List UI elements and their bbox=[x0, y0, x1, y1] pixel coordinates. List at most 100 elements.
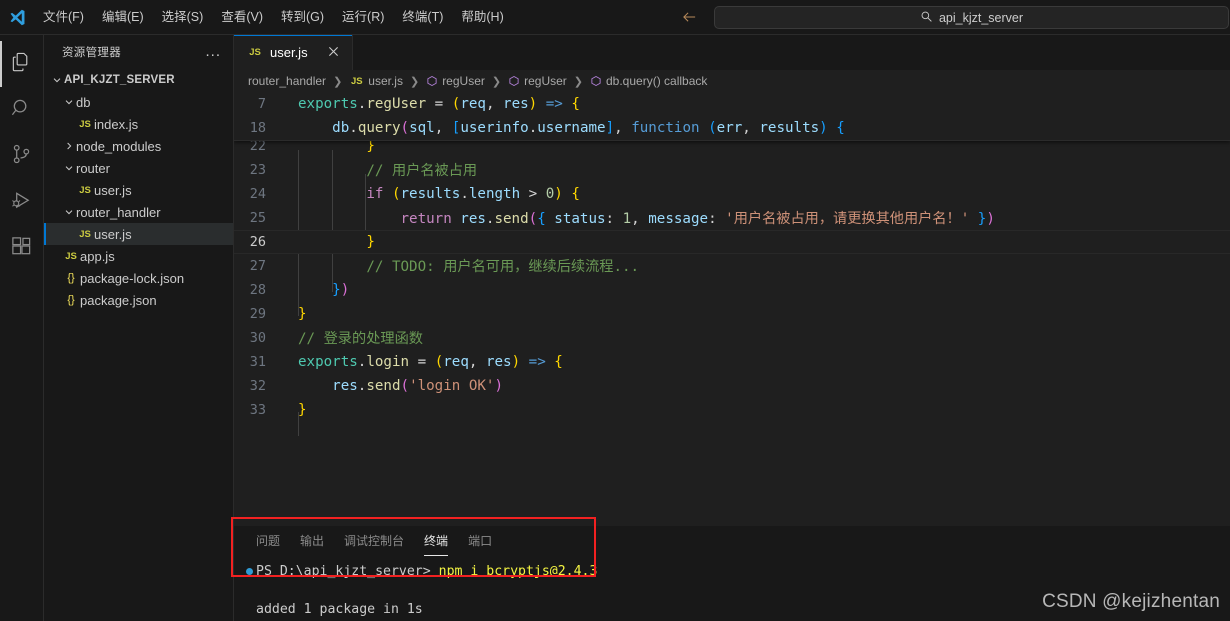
menu-item-selection[interactable]: 选择(S) bbox=[153, 5, 213, 29]
tree-item-label: user.js bbox=[94, 226, 132, 242]
line-content: res.send('login OK') bbox=[332, 378, 504, 394]
panel-tab-ports[interactable]: 端口 bbox=[458, 526, 502, 556]
sticky-scroll-header[interactable]: 7 exports.regUser = (req, res) => { 18 d… bbox=[234, 92, 1230, 141]
tree-item-label: db bbox=[76, 94, 91, 110]
command-decoration-success-icon bbox=[242, 568, 256, 575]
line-number: 24 bbox=[249, 186, 266, 202]
activity-item-run-and-debug[interactable] bbox=[0, 179, 44, 225]
tree-item-index-js[interactable]: JS index.js bbox=[44, 113, 233, 135]
tree-item-router-handler-user-js[interactable]: JS user.js bbox=[44, 223, 233, 245]
symbol-method-icon bbox=[508, 75, 520, 87]
editor-area: JS user.js router_handler ❯ JS user.js ❯ bbox=[234, 35, 1230, 621]
tree-item-root[interactable]: API_KJZT_SERVER bbox=[44, 69, 233, 91]
source-control-icon bbox=[10, 143, 33, 169]
chevron-right-icon: ❯ bbox=[409, 75, 420, 88]
activity-item-search[interactable] bbox=[0, 87, 44, 133]
line-content: return res.send({ status: 1, message: '用… bbox=[298, 211, 995, 227]
line-number: 25 bbox=[249, 210, 266, 226]
activity-item-source-control[interactable] bbox=[0, 133, 44, 179]
json-file-icon: {} bbox=[67, 272, 75, 284]
line-number: 18 bbox=[249, 120, 266, 136]
chevron-right-icon: ❯ bbox=[333, 75, 343, 88]
js-file-icon: JS bbox=[65, 250, 77, 262]
tree-item-db[interactable]: db bbox=[44, 91, 233, 113]
editor-tab-label: user.js bbox=[270, 45, 308, 60]
tree-item-router-user-js[interactable]: JS user.js bbox=[44, 179, 233, 201]
line-number: 29 bbox=[249, 306, 266, 322]
tree-item-router[interactable]: router bbox=[44, 157, 233, 179]
line-content: } bbox=[298, 402, 307, 418]
line-number: 31 bbox=[249, 354, 266, 370]
chevron-down-icon bbox=[62, 96, 76, 108]
tree-item-node-modules[interactable]: node_modules bbox=[44, 135, 233, 157]
sticky-line-18[interactable]: 18 db.query(sql, [userinfo.username], fu… bbox=[234, 116, 1230, 140]
close-icon[interactable] bbox=[326, 45, 342, 60]
menu-item-view[interactable]: 查看(V) bbox=[212, 5, 272, 29]
code-line-28: 28 }) bbox=[234, 278, 1230, 302]
tree-item-label: router bbox=[76, 160, 110, 176]
menu-item-terminal[interactable]: 终端(T) bbox=[393, 5, 452, 29]
panel-tab-terminal[interactable]: 终端 bbox=[414, 526, 458, 556]
js-file-icon: JS bbox=[79, 228, 91, 240]
menu-item-run[interactable]: 运行(R) bbox=[333, 5, 393, 29]
tree-item-label: index.js bbox=[94, 116, 139, 132]
tree-item-label: package.json bbox=[80, 292, 157, 308]
line-number: 27 bbox=[249, 258, 266, 274]
panel-tab-debug-console[interactable]: 调试控制台 bbox=[334, 526, 414, 556]
vscode-window: 文件(F) 编辑(E) 选择(S) 查看(V) 转到(G) 运行(R) 终端(T… bbox=[0, 0, 1230, 621]
tree-item-package-lock-json[interactable]: {} package-lock.json bbox=[44, 267, 233, 289]
more-actions-icon[interactable]: ... bbox=[205, 43, 227, 60]
breadcrumb-label: regUser bbox=[442, 74, 485, 88]
command-center[interactable]: api_kjzt_server bbox=[714, 6, 1229, 29]
line-content: // TODO: 用户名可用，继续后续流程... bbox=[298, 259, 640, 275]
line-content: } bbox=[298, 306, 307, 322]
search-icon bbox=[920, 10, 933, 26]
line-content: if (results.length > 0) { bbox=[298, 186, 580, 202]
menu-bar: 文件(F) 编辑(E) 选择(S) 查看(V) 转到(G) 运行(R) 终端(T… bbox=[34, 0, 513, 35]
breadcrumb-item-symbol-reguser-2[interactable]: regUser bbox=[506, 74, 569, 88]
arrow-left-icon[interactable] bbox=[681, 8, 699, 26]
activity-item-extensions[interactable] bbox=[0, 225, 44, 271]
breadcrumb-item-symbol-callback[interactable]: db.query() callback bbox=[588, 74, 709, 88]
editor-tab-user-js[interactable]: JS user.js bbox=[234, 35, 353, 70]
code-lines: 22 } 23 // 用户名被占用 24 if (results.length … bbox=[234, 134, 1230, 422]
terminal-command: npm i bcryptjs@2.4.3 bbox=[438, 564, 598, 579]
terminal-line: PS D:\api_kjzt_server> npm i bcryptjs@2.… bbox=[242, 562, 1230, 581]
code-line-26: 26 } bbox=[234, 230, 1230, 254]
breadcrumb: router_handler ❯ JS user.js ❯ regUser ❯ … bbox=[234, 70, 1230, 92]
breadcrumb-item-folder[interactable]: router_handler bbox=[246, 74, 328, 88]
line-content: db.query(sql, [userinfo.username], funct… bbox=[332, 120, 845, 136]
line-content: exports.regUser = (req, res) => { bbox=[298, 96, 580, 112]
menu-item-help[interactable]: 帮助(H) bbox=[452, 5, 512, 29]
panel-tab-output[interactable]: 输出 bbox=[290, 526, 334, 556]
explorer-sidebar: 资源管理器 ... API_KJZT_SERVER db JS index.js… bbox=[44, 35, 234, 621]
js-file-icon: JS bbox=[79, 118, 91, 130]
code-line-32: 32 res.send('login OK') bbox=[234, 374, 1230, 398]
tree-item-app-js[interactable]: JS app.js bbox=[44, 245, 233, 267]
line-number: 33 bbox=[249, 402, 266, 418]
chevron-down-icon bbox=[62, 162, 76, 174]
vscode-logo-icon bbox=[0, 0, 34, 35]
tree-item-router-handler[interactable]: router_handler bbox=[44, 201, 233, 223]
panel-tab-bar: 问题 输出 调试控制台 终端 端口 bbox=[234, 526, 1230, 556]
tab-bar-filler bbox=[352, 35, 1230, 70]
sticky-line-7[interactable]: 7 exports.regUser = (req, res) => { bbox=[234, 92, 1230, 116]
code-line-31: 31 exports.login = (req, res) => { bbox=[234, 350, 1230, 374]
menu-item-go[interactable]: 转到(G) bbox=[272, 5, 333, 29]
line-number: 23 bbox=[249, 162, 266, 178]
tree-item-package-json[interactable]: {} package.json bbox=[44, 289, 233, 311]
breadcrumb-item-file[interactable]: JS user.js bbox=[347, 74, 405, 88]
js-file-icon: JS bbox=[350, 75, 363, 87]
breadcrumb-item-symbol-reguser-1[interactable]: regUser bbox=[424, 74, 487, 88]
line-number: 7 bbox=[257, 96, 266, 112]
line-content: exports.login = (req, res) => { bbox=[298, 354, 563, 370]
line-number: 26 bbox=[249, 234, 266, 250]
activity-item-explorer[interactable] bbox=[0, 41, 44, 87]
chevron-down-icon bbox=[62, 206, 76, 218]
menu-item-file[interactable]: 文件(F) bbox=[34, 5, 93, 29]
code-line-33: 33 } bbox=[234, 398, 1230, 422]
code-editor[interactable]: 22 } 23 // 用户名被占用 24 if (results.length … bbox=[234, 92, 1230, 526]
breadcrumb-label: router_handler bbox=[248, 74, 327, 88]
menu-item-edit[interactable]: 编辑(E) bbox=[93, 5, 153, 29]
panel-tab-problems[interactable]: 问题 bbox=[246, 526, 290, 556]
